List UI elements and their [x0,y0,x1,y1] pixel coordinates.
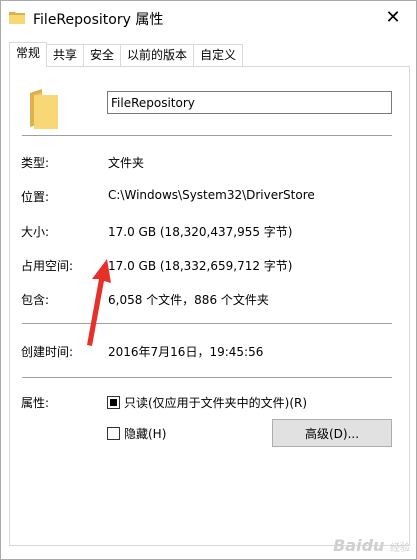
watermark: Baidu 经验 [333,536,410,555]
watermark-brand: Baidu [333,536,385,555]
size-value: 17.0 GB (18,320,437,955 字节) [108,225,293,239]
properties-window: FileRepository 属性 ✕ 常规 共享 安全 以前的版本 自定义 类… [0,0,417,560]
general-panel: 类型: 文件夹 位置: C:\Windows\System32\DriverSt… [9,66,410,546]
readonly-label: 只读(仅应用于文件夹中的文件)(R) [124,396,308,410]
window-title: FileRepository 属性 [33,12,164,28]
title-bar[interactable]: FileRepository 属性 ✕ [1,1,416,35]
size-label: 大小: [21,225,50,239]
annotation-arrow-icon [87,259,111,346]
tab-customize[interactable]: 自定义 [193,44,244,67]
tab-general[interactable]: 常规 [9,42,48,67]
divider [22,323,392,324]
contains-value: 6,058 个文件，886 个文件夹 [108,293,269,307]
advanced-button[interactable]: 高级(D)... [272,419,392,447]
type-label: 类型: [21,156,50,170]
created-label: 创建时间: [21,345,74,359]
readonly-row[interactable]: 只读(仅应用于文件夹中的文件)(R) [107,394,307,411]
attributes-label: 属性: [21,396,50,410]
tab-strip: 常规 共享 安全 以前的版本 自定义 [9,42,244,67]
type-value: 文件夹 [108,156,145,170]
readonly-checkbox[interactable] [107,396,120,409]
tab-previous-versions[interactable]: 以前的版本 [120,44,195,67]
location-label: 位置: [21,190,50,204]
divider [22,377,392,378]
location-value: C:\Windows\System32\DriverStore [108,188,315,202]
watermark-sub: 经验 [390,543,410,554]
divider [22,135,392,136]
folder-icon [9,12,25,24]
tab-sharing[interactable]: 共享 [46,44,85,67]
folder-large-icon [30,89,58,129]
tab-security[interactable]: 安全 [83,44,122,67]
size-on-disk-value: 17.0 GB (18,332,659,712 字节) [108,259,293,273]
close-button[interactable]: ✕ [370,1,416,33]
folder-name-input[interactable] [107,91,392,114]
size-on-disk-label: 占用空间: [21,259,74,273]
hidden-row[interactable]: 隐藏(H) [107,425,166,442]
created-value: 2016年7月16日，19:45:56 [108,345,264,359]
hidden-label: 隐藏(H) [124,427,167,441]
close-icon: ✕ [385,6,401,28]
hidden-checkbox[interactable] [107,427,120,440]
contains-label: 包含: [21,293,50,307]
